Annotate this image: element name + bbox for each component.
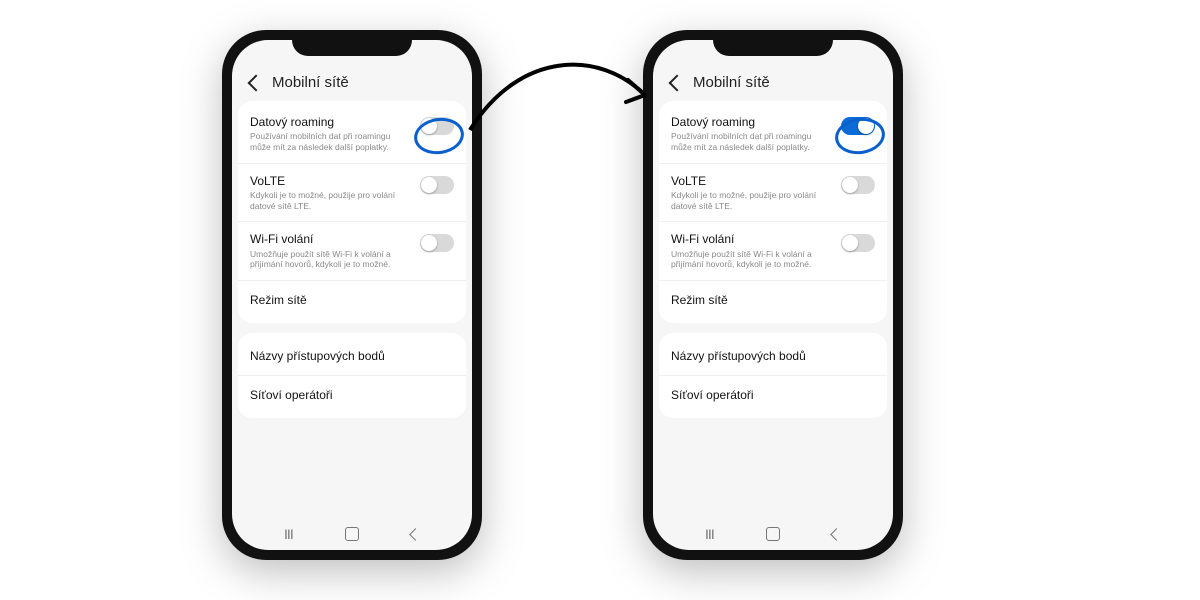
row-title: VoLTE — [671, 174, 833, 188]
screen-after: Mobilní sítě Datový roaming Používání mo… — [653, 40, 893, 550]
notch-icon — [713, 30, 833, 56]
row-data-roaming[interactable]: Datový roaming Používání mobilních dat p… — [659, 105, 887, 163]
android-navbar: III — [232, 526, 472, 542]
row-apn[interactable]: Názvy přístupových bodů — [238, 337, 466, 375]
recents-button[interactable]: III — [284, 526, 293, 542]
row-desc: Kdykoli je to možné, použije pro volání … — [250, 190, 412, 211]
row-operators[interactable]: Síťoví operátoři — [659, 375, 887, 414]
toggle-volte[interactable] — [841, 176, 875, 194]
toggle-volte[interactable] — [420, 176, 454, 194]
row-title: Wi-Fi volání — [250, 232, 412, 246]
toggle-wifi-calling[interactable] — [841, 234, 875, 252]
android-navbar: III — [653, 526, 893, 542]
transition-arrow-icon — [460, 40, 660, 160]
row-apn[interactable]: Názvy přístupových bodů — [659, 337, 887, 375]
row-desc: Používání mobilních dat při roamingu můž… — [250, 131, 412, 152]
settings-card: Datový roaming Používání mobilních dat p… — [659, 101, 887, 323]
recents-button[interactable]: III — [705, 526, 714, 542]
back-button[interactable] — [409, 528, 422, 541]
row-network-mode[interactable]: Režim sítě — [659, 280, 887, 319]
back-icon[interactable] — [248, 74, 265, 91]
row-desc: Používání mobilních dat při roamingu můž… — [671, 131, 833, 152]
row-title: Wi-Fi volání — [671, 232, 833, 246]
row-data-roaming[interactable]: Datový roaming Používání mobilních dat p… — [238, 105, 466, 163]
row-network-mode[interactable]: Režim sítě — [238, 280, 466, 319]
row-title: VoLTE — [250, 174, 412, 188]
notch-icon — [292, 30, 412, 56]
toggle-data-roaming[interactable] — [841, 117, 875, 135]
settings-card-2: Názvy přístupových bodů Síťoví operátoři — [238, 333, 466, 418]
row-volte[interactable]: VoLTE Kdykoli je to možné, použije pro v… — [659, 163, 887, 222]
settings-card: Datový roaming Používání mobilních dat p… — [238, 101, 466, 323]
page-title: Mobilní sítě — [693, 74, 770, 91]
row-operators[interactable]: Síťoví operátoři — [238, 375, 466, 414]
phone-after: Mobilní sítě Datový roaming Používání mo… — [643, 30, 903, 560]
stage: Mobilní sítě Datový roaming Používání mo… — [0, 0, 1200, 600]
row-title: Datový roaming — [250, 115, 412, 129]
phone-before: Mobilní sítě Datový roaming Používání mo… — [222, 30, 482, 560]
row-wifi-calling[interactable]: Wi-Fi volání Umožňuje použít sítě Wi-Fi … — [238, 221, 466, 280]
screen-before: Mobilní sítě Datový roaming Používání mo… — [232, 40, 472, 550]
row-desc: Kdykoli je to možné, použije pro volání … — [671, 190, 833, 211]
toggle-data-roaming[interactable] — [420, 117, 454, 135]
home-button[interactable] — [766, 527, 780, 541]
settings-card-2: Názvy přístupových bodů Síťoví operátoři — [659, 333, 887, 418]
page-title: Mobilní sítě — [272, 74, 349, 91]
toggle-wifi-calling[interactable] — [420, 234, 454, 252]
row-title: Datový roaming — [671, 115, 833, 129]
home-button[interactable] — [345, 527, 359, 541]
row-desc: Umožňuje použít sítě Wi-Fi k volání a př… — [671, 249, 833, 270]
row-wifi-calling[interactable]: Wi-Fi volání Umožňuje použít sítě Wi-Fi … — [659, 221, 887, 280]
back-button[interactable] — [830, 528, 843, 541]
back-icon[interactable] — [669, 74, 686, 91]
row-volte[interactable]: VoLTE Kdykoli je to možné, použije pro v… — [238, 163, 466, 222]
row-desc: Umožňuje použít sítě Wi-Fi k volání a př… — [250, 249, 412, 270]
